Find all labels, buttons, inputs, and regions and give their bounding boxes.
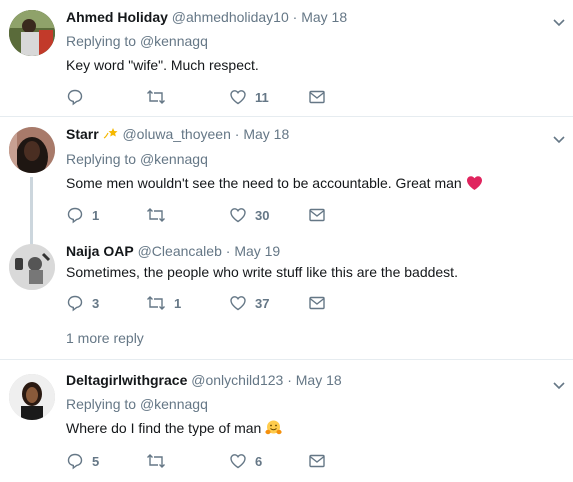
reply-button[interactable]: 1 [66,205,99,225]
like-count: 6 [255,453,263,469]
replying-to-label: Replying to [66,151,137,167]
user-handle[interactable]: @Cleancaleb [138,243,222,259]
display-name[interactable]: Naija OAP [66,243,134,259]
retweet-icon [146,206,166,224]
thread-line [30,177,33,243]
red-heart-emoji [466,175,483,194]
message-icon [308,294,326,312]
action-bar: 3 1 37 [66,293,366,313]
tweet[interactable]: Deltagirlwithgrace @onlychild123 · May 1… [0,360,573,482]
tweet-text: Sometimes, the people who write stuff li… [66,264,458,280]
like-button[interactable]: 30 [229,205,269,225]
reply-button[interactable] [66,87,92,107]
retweet-button[interactable] [146,87,174,107]
message-icon [308,206,326,224]
reply-icon [66,88,84,106]
action-bar: 1 30 [66,205,366,225]
reply-icon [66,452,84,470]
reply-count: 3 [92,295,100,311]
tweet-date[interactable]: May 18 [243,126,289,142]
separator-dot: · [234,126,240,142]
message-icon [308,88,326,106]
like-icon [229,88,247,106]
replying-to: Replying to @kennagq [66,151,208,167]
like-button[interactable]: 11 [229,87,269,107]
like-count: 30 [255,207,270,223]
tweet-text-row: Some men wouldn't see the need to be acc… [66,175,483,194]
like-count: 11 [255,89,269,105]
replying-to-label: Replying to [66,33,137,49]
avatar[interactable] [9,374,55,420]
tweet-header: Ahmed Holiday @ahmedholiday10 · May 18 [66,9,347,25]
user-handle[interactable]: @oluwa_thoyeen [122,126,230,142]
user-handle[interactable]: @ahmedholiday10 [172,9,289,25]
retweet-count: 1 [174,295,182,311]
separator-dot: · [292,9,298,25]
reply-button[interactable]: 3 [66,293,99,313]
like-icon [229,206,247,224]
retweet-button[interactable] [146,451,174,471]
tweet-header: Starr @oluwa_thoyeen · May 18 [66,126,289,144]
message-icon [308,452,326,470]
retweet-icon [146,452,166,470]
action-bar: 5 6 [66,451,366,471]
mention-link[interactable]: @kennagq [140,151,208,167]
retweet-button[interactable]: 1 [146,293,181,313]
reply-icon [66,294,84,312]
replying-to: Replying to @kennagq [66,33,208,49]
display-name[interactable]: Ahmed Holiday [66,9,168,25]
reply-icon [66,206,84,224]
avatar[interactable] [9,10,55,56]
retweet-icon [146,294,166,312]
reply-button[interactable]: 5 [66,451,99,471]
display-name[interactable]: Starr [66,126,99,142]
hugging-face-emoji [265,420,282,439]
tweet-date[interactable]: May 18 [301,9,347,25]
like-button[interactable]: 6 [229,451,262,471]
more-replies-link[interactable]: 1 more reply [66,330,144,346]
message-button[interactable] [308,293,326,313]
chevron-down-icon[interactable] [553,14,565,27]
reply-count: 5 [92,453,100,469]
retweet-icon [146,88,166,106]
tweet[interactable]: Naija OAP @Cleancaleb · May 19 Sometimes… [0,240,573,360]
like-icon [229,452,247,470]
tweet-text: Some men wouldn't see the need to be acc… [66,175,462,191]
replying-to: Replying to @kennagq [66,396,208,412]
user-handle[interactable]: @onlychild123 [191,372,283,388]
avatar[interactable] [9,244,55,290]
message-button[interactable] [308,451,326,471]
tweet-text: Key word "wife". Much respect. [66,57,259,73]
chevron-down-icon[interactable] [553,377,565,390]
dizzy-star-emoji [103,127,119,144]
tweet-text-row: Where do I find the type of man [66,420,282,439]
message-button[interactable] [308,87,326,107]
tweet-text: Where do I find the type of man [66,420,262,436]
tweet-header: Naija OAP @Cleancaleb · May 19 [66,243,280,259]
tweet[interactable]: Starr @oluwa_thoyeen · May 18 Replying t… [0,117,573,243]
tweet[interactable]: Ahmed Holiday @ahmedholiday10 · May 18 R… [0,0,573,118]
reply-count: 1 [92,207,100,223]
separator-dot: · [287,372,292,388]
avatar[interactable] [9,127,55,173]
like-icon [229,294,247,312]
display-name[interactable]: Deltagirlwithgrace [66,372,187,388]
retweet-button[interactable] [146,205,174,225]
tweet-header: Deltagirlwithgrace @onlychild123 · May 1… [66,372,342,388]
like-count: 37 [255,295,270,311]
message-button[interactable] [308,205,326,225]
action-bar: 11 [66,87,366,107]
tweet-date[interactable]: May 19 [234,243,280,259]
chevron-down-icon[interactable] [553,131,565,144]
tweet-date[interactable]: May 18 [296,372,342,388]
separator-dot: · [225,243,231,259]
mention-link[interactable]: @kennagq [140,33,208,49]
mention-link[interactable]: @kennagq [140,396,208,412]
like-button[interactable]: 37 [229,293,269,313]
replying-to-label: Replying to [66,396,137,412]
